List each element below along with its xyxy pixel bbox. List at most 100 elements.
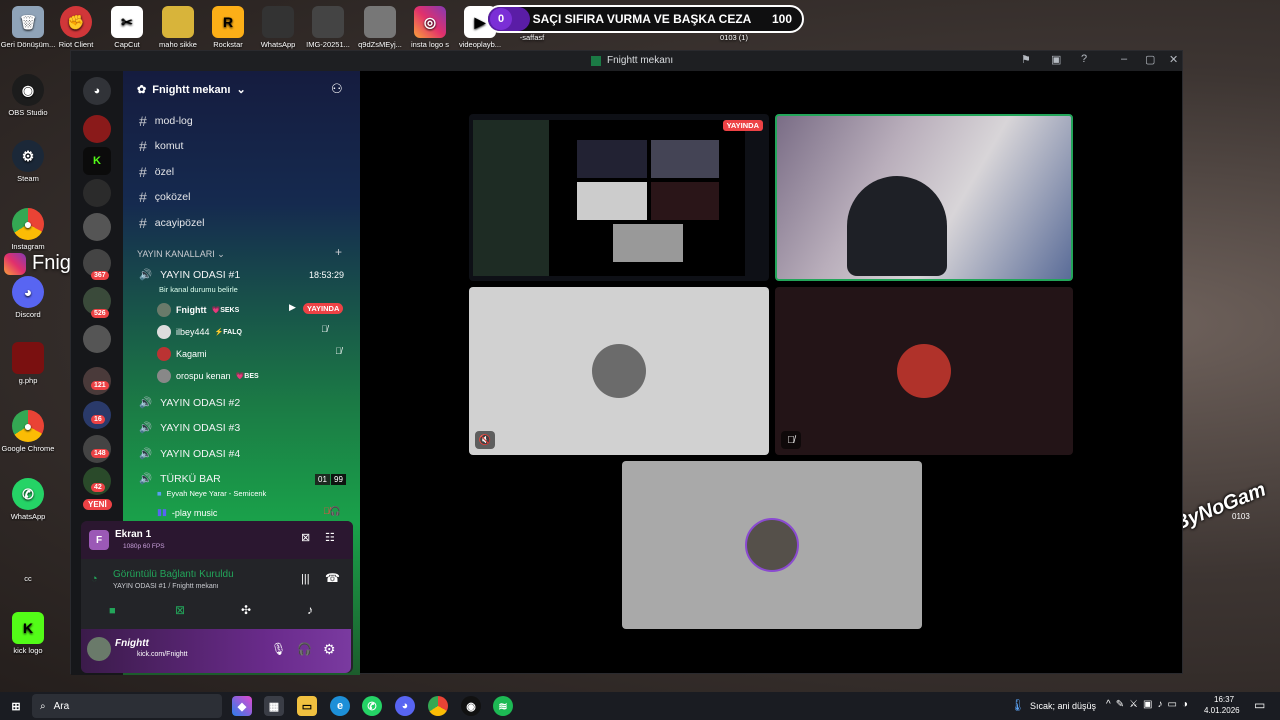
voice-channel[interactable]: 🔊 YAYIN ODASI #3 [139, 421, 240, 435]
discord-shortcut[interactable]: ◕ Discord [0, 276, 56, 319]
flag-icon[interactable]: ⚑ [1021, 53, 1031, 66]
weather-text[interactable]: Sıcak; ani düşüş [1030, 701, 1096, 711]
window-title: Fnightt mekanı [591, 55, 673, 66]
cc-shortcut[interactable]: cc [0, 552, 56, 583]
settings-icon[interactable]: ⚙ [323, 641, 336, 658]
clock-date[interactable]: 4.01.2026 [1204, 706, 1240, 715]
add-channel-icon[interactable]: + [335, 245, 342, 259]
voice-user[interactable]: ▮▮ -play music [157, 507, 217, 518]
speaker-icon: 🔊 [139, 269, 153, 281]
stop-stream-icon[interactable]: ⊠ [301, 531, 310, 544]
category-header[interactable]: YAYIN KANALLARI ⌄ [137, 249, 225, 260]
speaker-icon: 🔊 [139, 422, 153, 434]
whatsapp-icon: ✆ [12, 478, 44, 510]
server-icon-kick[interactable]: K [83, 147, 111, 175]
server-icon-3[interactable] [83, 213, 111, 241]
instagram-icon: ◎ [414, 6, 446, 38]
spotify-icon[interactable]: ≋ [493, 696, 513, 716]
unread-badge: 42 [91, 483, 105, 492]
headphones-icon[interactable]: 🎧 [297, 642, 312, 656]
steam-icon: ⚙ [12, 140, 44, 172]
text-channel[interactable]: # çoközel [139, 189, 190, 205]
chrome-shortcut[interactable]: ● Google Chrome [0, 410, 56, 453]
voice-channel-active[interactable]: 🔊 YAYIN ODASI #1 [139, 268, 240, 282]
discord-home-icon[interactable]: ◕ [83, 77, 111, 105]
server-icon-1[interactable] [83, 115, 111, 143]
weather-icon: 🌡 [1010, 698, 1026, 712]
voice-user[interactable]: Fnightt 💗SEKS [157, 303, 239, 317]
avatar [157, 303, 171, 317]
camera-tile[interactable] [775, 114, 1073, 281]
camera-button[interactable]: ■ [109, 605, 116, 617]
stream-overlay: 0 SAÇI SIFIRA VURMA VE BAŞKA CEZA 100 [486, 5, 804, 33]
server-header[interactable]: ✿ Fnightt mekanı ⌄ [137, 83, 246, 97]
avatar [745, 518, 799, 572]
help-icon[interactable]: ? [1081, 53, 1087, 65]
gphp-shortcut[interactable]: g.php [0, 342, 56, 385]
whatsapp-icon[interactable]: ✆ [362, 696, 382, 716]
maximize-button[interactable]: ▢ [1145, 53, 1155, 66]
img-shortcut[interactable]: IMG-20251... [298, 6, 358, 49]
mic-icon[interactable]: 🎙 [271, 642, 286, 656]
connection-title[interactable]: Görüntülü Bağlantı Kuruldu [113, 569, 234, 580]
nested-tile [651, 182, 719, 220]
text-channel[interactable]: # acayipözel [139, 215, 204, 231]
user-tile-kagami[interactable]: 🎙̸ [775, 287, 1073, 455]
whatsapp-shortcut[interactable]: ✆ WhatsApp [0, 478, 56, 521]
counter-circle: 0 [490, 8, 512, 30]
clock-time[interactable]: 16:37 [1214, 695, 1234, 704]
nested-tile [613, 224, 683, 262]
stream-settings-icon[interactable]: ☷ [325, 531, 335, 544]
minimize-button[interactable]: – [1121, 53, 1127, 65]
deafened-icon: 🔇 [475, 431, 495, 449]
copilot-icon[interactable]: ◆ [232, 696, 252, 716]
text-channel[interactable]: # özel [139, 164, 174, 180]
stream-tile[interactable]: YAYINDA [469, 114, 769, 281]
instagram-shortcut[interactable]: ● Instagram [0, 208, 56, 251]
bot-icon: ▮▮ [157, 507, 167, 517]
server-thumb-icon [591, 55, 601, 66]
chrome-icon: ● [12, 208, 44, 240]
obs-shortcut[interactable]: ◉ OBS Studio [0, 74, 56, 117]
text-channel[interactable]: # komut [139, 138, 183, 154]
channel-status[interactable]: Bir kanal durumu belirle [159, 285, 238, 294]
explorer-icon[interactable]: ▭ [297, 696, 317, 716]
voice-user[interactable]: orospu kenan 💗BES [157, 369, 259, 383]
discord-icon[interactable]: ◕ [395, 696, 415, 716]
voice-user[interactable]: Kagami [157, 347, 212, 361]
activities-button[interactable]: ✣ [241, 603, 251, 617]
voice-user[interactable]: ilbey444 ⚡FALQ [157, 325, 242, 339]
steam-shortcut[interactable]: ⚙ Steam [0, 140, 56, 183]
windows-start-icon[interactable]: ⊞ [6, 696, 26, 716]
file-0103-shortcut[interactable]: 0103 (1) [704, 34, 764, 46]
voice-channel[interactable]: 🔊 YAYIN ODASI #2 [139, 396, 240, 410]
close-button[interactable]: ✕ [1169, 53, 1178, 66]
saffasf-shortcut[interactable]: -saffasf [502, 34, 562, 46]
user-tile-ilbey[interactable]: 🔇 [469, 287, 769, 455]
disconnect-icon[interactable]: ☎ [325, 571, 340, 585]
user-count: 01 [315, 474, 330, 485]
server-icon-2[interactable] [83, 179, 111, 207]
voice-channel-turku[interactable]: 🔊 TÜRKÜ BAR [139, 472, 221, 486]
watermark-sub: 0103 [1232, 512, 1250, 521]
tray-icons[interactable]: ^✎⚔▣♪▭◑ [1106, 699, 1193, 710]
obs-icon[interactable]: ◉ [461, 696, 481, 716]
file-icon [162, 6, 194, 38]
user-tile-kenan[interactable] [622, 461, 922, 629]
chrome-icon[interactable] [428, 696, 448, 716]
voice-channel[interactable]: 🔊 YAYIN ODASI #4 [139, 447, 240, 461]
edge-icon[interactable]: e [330, 696, 350, 716]
server-icon-6[interactable] [83, 325, 111, 353]
taskbar-search[interactable]: ⌕ Ara [32, 694, 222, 718]
store-icon[interactable]: ▦ [264, 696, 284, 716]
screen-share-button[interactable]: ⊠ [175, 603, 185, 617]
server-boost-icon: ✿ [137, 84, 147, 96]
notification-icon[interactable]: ▭ [1254, 698, 1265, 712]
soundboard-button[interactable]: ♪ [307, 603, 313, 617]
kick-shortcut[interactable]: Kkick logo [0, 612, 56, 655]
inbox-icon[interactable]: ▣ [1051, 53, 1061, 66]
add-friend-icon[interactable]: ⚇ [331, 81, 343, 97]
noise-suppression-icon[interactable]: ||| [301, 573, 310, 585]
avatar[interactable] [87, 637, 111, 661]
text-channel[interactable]: # mod-log [139, 113, 193, 129]
